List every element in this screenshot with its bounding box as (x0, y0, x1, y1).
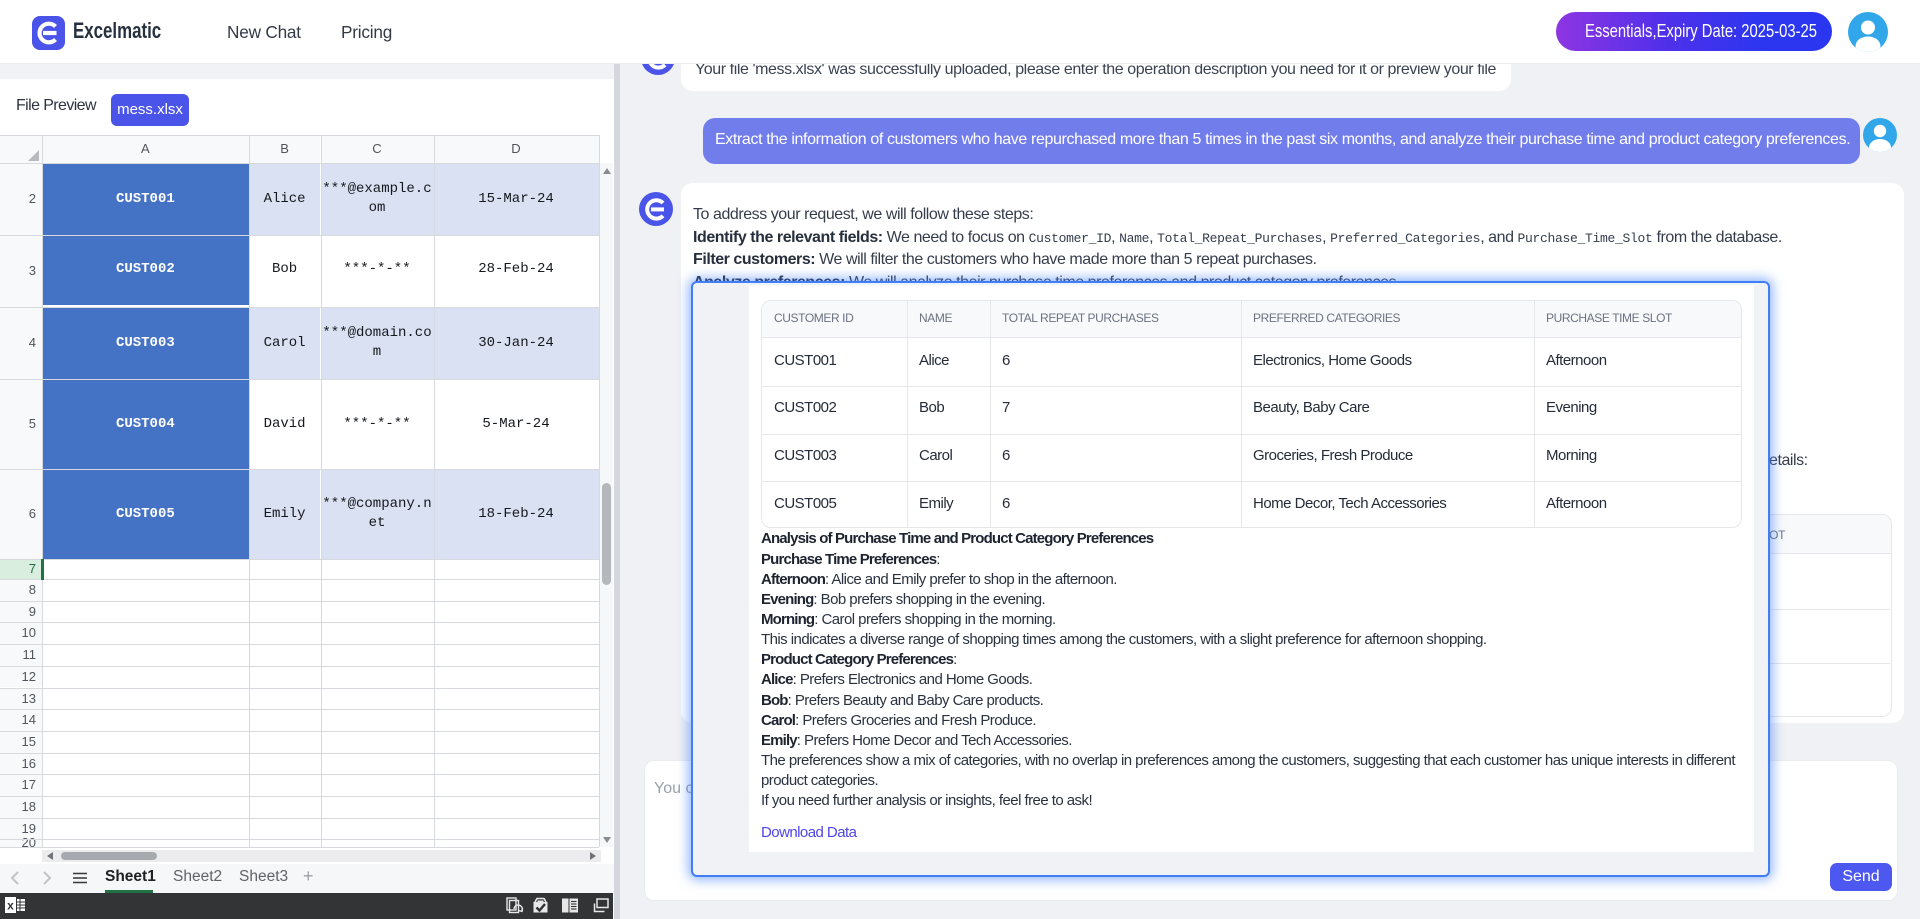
svg-text:x: x (7, 899, 14, 913)
